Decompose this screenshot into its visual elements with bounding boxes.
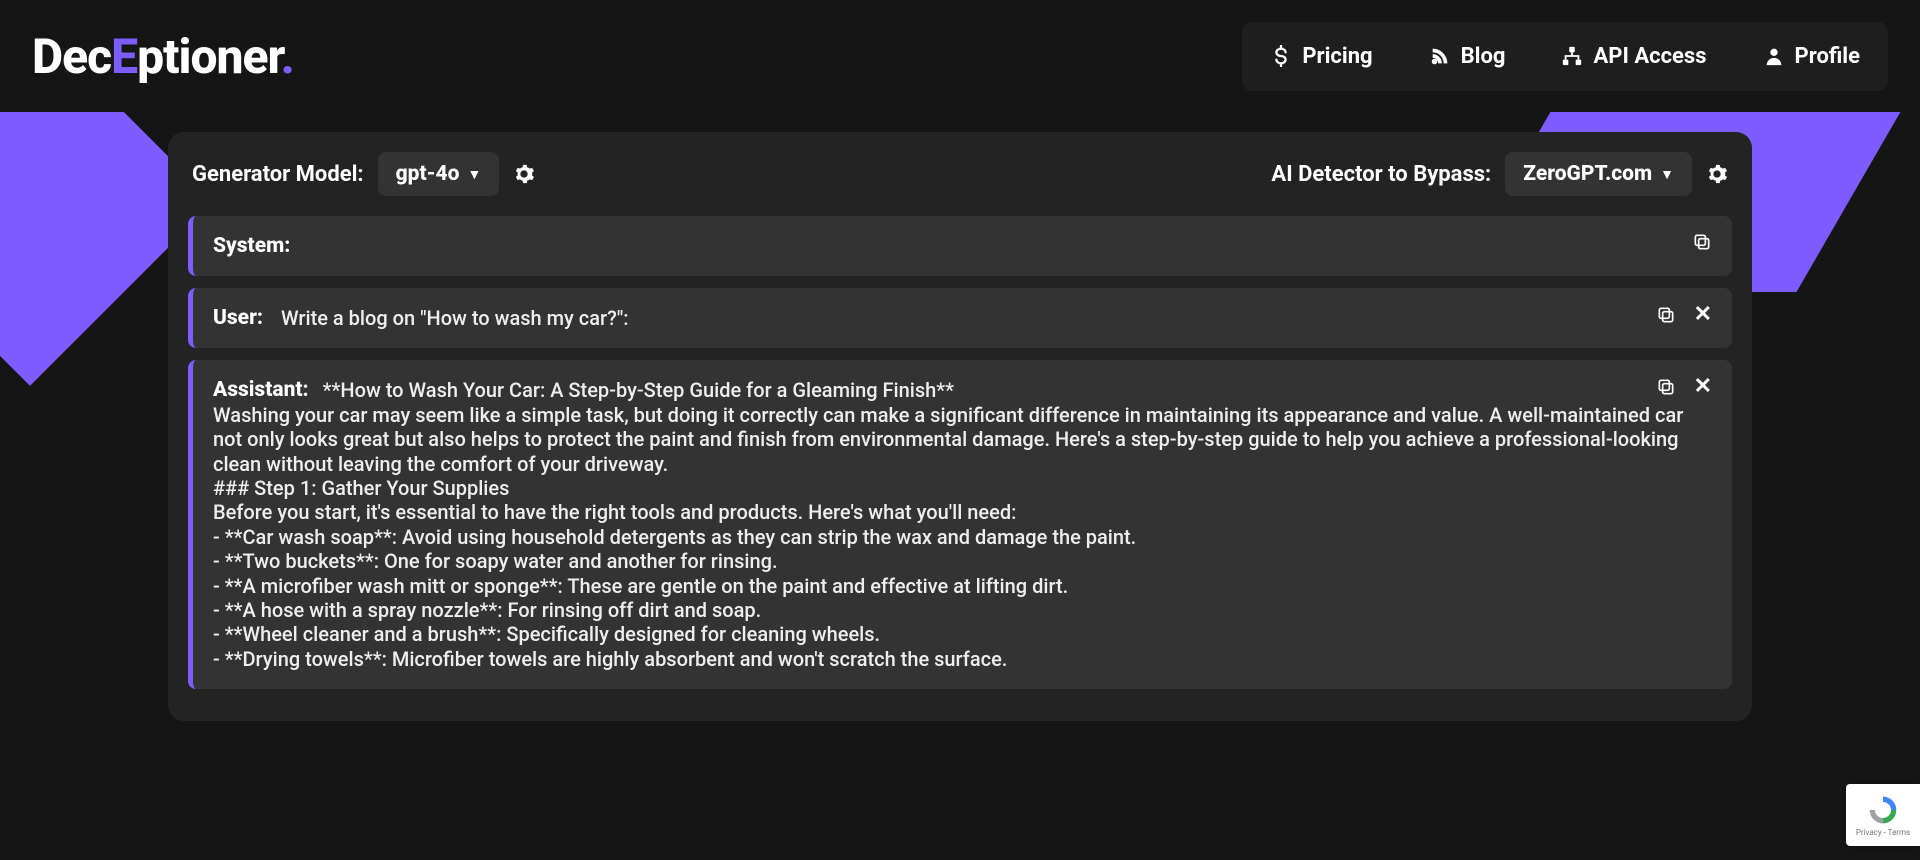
copy-icon[interactable] bbox=[1656, 305, 1676, 325]
nav-blog-label: Blog bbox=[1461, 44, 1506, 69]
recaptcha-footer: Privacy - Terms bbox=[1856, 828, 1910, 837]
top-nav: Pricing Blog API Access Profile bbox=[1242, 22, 1888, 91]
close-icon[interactable]: ✕ bbox=[1694, 376, 1712, 398]
dollar-icon bbox=[1270, 45, 1292, 67]
system-message: System: bbox=[188, 216, 1732, 276]
logo-dot: . bbox=[281, 28, 294, 85]
recaptcha-icon bbox=[1867, 794, 1899, 826]
brand-logo[interactable]: DecEptioner. bbox=[32, 28, 294, 85]
model-control-group: Generator Model: gpt-4o ▼ bbox=[192, 152, 535, 196]
assistant-message: Assistant: **How to Wash Your Car: A Ste… bbox=[188, 360, 1732, 689]
api-icon bbox=[1561, 45, 1583, 67]
caret-down-icon: ▼ bbox=[467, 166, 481, 183]
copy-icon[interactable] bbox=[1656, 377, 1676, 397]
model-label: Generator Model: bbox=[192, 162, 364, 187]
logo-part-3: ptioner bbox=[137, 28, 280, 85]
nav-profile[interactable]: Profile bbox=[1739, 26, 1884, 87]
model-value: gpt-4o bbox=[396, 162, 460, 186]
nav-profile-label: Profile bbox=[1795, 44, 1860, 69]
user-message: User: Write a blog on "How to wash my ca… bbox=[188, 288, 1732, 348]
blog-icon bbox=[1429, 45, 1451, 67]
detector-settings-icon[interactable] bbox=[1706, 163, 1728, 185]
caret-down-icon: ▼ bbox=[1660, 166, 1674, 183]
system-role-label: System: bbox=[213, 234, 290, 258]
nav-api[interactable]: API Access bbox=[1537, 26, 1730, 87]
nav-pricing-label: Pricing bbox=[1302, 44, 1372, 69]
user-role-label: User: bbox=[213, 306, 263, 330]
assistant-message-text: **How to Wash Your Car: A Step-by-Step G… bbox=[213, 378, 1683, 670]
close-icon[interactable]: ✕ bbox=[1694, 304, 1712, 326]
logo-part-2: E bbox=[111, 28, 137, 85]
detector-dropdown[interactable]: ZeroGPT.com ▼ bbox=[1505, 152, 1692, 196]
nav-api-label: API Access bbox=[1593, 44, 1706, 69]
controls-row: Generator Model: gpt-4o ▼ AI Detector to… bbox=[188, 152, 1732, 216]
nav-pricing[interactable]: Pricing bbox=[1246, 26, 1396, 87]
user-message-text: Write a blog on "How to wash my car?": bbox=[281, 306, 628, 330]
user-icon bbox=[1763, 45, 1785, 67]
model-dropdown[interactable]: gpt-4o ▼ bbox=[378, 152, 500, 196]
main-card: Generator Model: gpt-4o ▼ AI Detector to… bbox=[168, 132, 1752, 721]
recaptcha-badge[interactable]: Privacy - Terms bbox=[1846, 784, 1920, 846]
copy-icon[interactable] bbox=[1692, 232, 1712, 252]
detector-value: ZeroGPT.com bbox=[1523, 162, 1652, 186]
model-settings-icon[interactable] bbox=[513, 163, 535, 185]
nav-blog[interactable]: Blog bbox=[1405, 26, 1530, 87]
detector-label: AI Detector to Bypass: bbox=[1271, 162, 1491, 187]
detector-control-group: AI Detector to Bypass: ZeroGPT.com ▼ bbox=[1271, 152, 1728, 196]
assistant-role-label: Assistant: bbox=[213, 378, 309, 402]
logo-part-1: Dec bbox=[32, 28, 111, 85]
